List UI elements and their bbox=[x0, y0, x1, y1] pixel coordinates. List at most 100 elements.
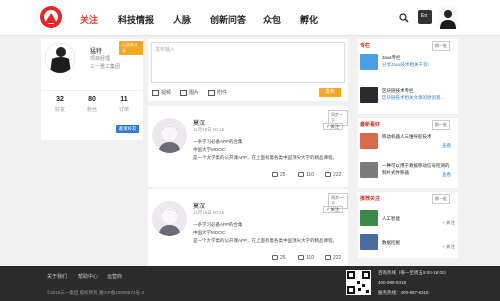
stat-value: 80 bbox=[88, 96, 96, 103]
avatar[interactable] bbox=[152, 201, 187, 236]
recommend-panel: 推荐关注 换一批 人工智能 + 关注 数据挖掘 + 关注 bbox=[358, 192, 458, 258]
like-count: 222 bbox=[333, 255, 342, 261]
recommend-title: 数据挖掘 bbox=[382, 240, 400, 245]
news-view-link[interactable]: 查看 bbox=[442, 172, 451, 178]
follow-button[interactable]: + 关注 bbox=[323, 206, 343, 213]
column-title: 区块链技术专栏 bbox=[382, 88, 414, 93]
stat-label: 订单 bbox=[118, 107, 129, 113]
message-icon-label: En bbox=[421, 13, 428, 19]
invite-friends-button[interactable]: 邀请好友 bbox=[116, 125, 139, 133]
nav-item-tech-intel[interactable]: 科技情报 bbox=[118, 13, 154, 26]
video-tool[interactable]: 视频 bbox=[152, 89, 171, 96]
news-panel: 最新看好 换一批 移动机器人三维导航技术 查看 一种可以用于救援移动信号检测的 … bbox=[358, 118, 458, 188]
column-desc: 区块链技术相关文章的原创基… bbox=[382, 95, 445, 100]
logo-mark bbox=[45, 13, 57, 23]
follow-button[interactable]: + 关注 bbox=[323, 123, 343, 130]
hotline-label: 咨询热线（每一至周五9:00-18:00） bbox=[378, 270, 450, 275]
footer-link-help[interactable]: 帮助中心 bbox=[78, 273, 98, 280]
share-icon bbox=[272, 172, 278, 178]
logo[interactable] bbox=[40, 6, 62, 28]
divider bbox=[41, 90, 143, 91]
nav-item-incubation[interactable]: 孵化 bbox=[300, 13, 318, 26]
post-text: 是一个大学类的公开课APP，在上面有着各类中国顶尖大学的精品课程。 bbox=[193, 238, 338, 243]
share-action[interactable]: 25 bbox=[272, 172, 286, 178]
post-actions: 25 110 222 bbox=[148, 255, 348, 265]
post-text: 是一个大学类的公开课APP，在上面有着各类中国顶尖大学的精品课程。 bbox=[193, 155, 338, 160]
tool-label: 视频 bbox=[161, 90, 172, 96]
column-item-java[interactable]: Java专栏 分享Java技术相关干货! bbox=[360, 54, 456, 72]
avatar-silhouette-icon bbox=[440, 10, 456, 29]
post-author[interactable]: 莫汉 bbox=[193, 118, 205, 127]
refresh-news-button[interactable]: 换一批 bbox=[432, 120, 450, 130]
post-author[interactable]: 莫汉 bbox=[193, 201, 205, 210]
composer-input[interactable]: 发布输入 bbox=[151, 42, 345, 83]
like-action[interactable]: 222 bbox=[325, 172, 341, 178]
refresh-columns-button[interactable]: 换一批 bbox=[432, 41, 450, 51]
stat-label: 好友 bbox=[54, 107, 65, 113]
user-avatar-icon bbox=[152, 118, 187, 153]
message-icon[interactable]: En bbox=[418, 10, 432, 24]
avatar[interactable] bbox=[45, 43, 75, 73]
recommend-follow-link[interactable]: + 关注 bbox=[442, 220, 455, 226]
news-view-link[interactable]: 查看 bbox=[442, 143, 451, 149]
recommend-heading: 推荐关注 bbox=[360, 196, 381, 202]
data-mining-thumbnail bbox=[360, 234, 378, 250]
comment-action[interactable]: 110 bbox=[298, 172, 314, 178]
attachment-tool[interactable]: 附件 bbox=[208, 89, 227, 96]
profile-role: 项目经理 bbox=[90, 56, 111, 62]
image-tool[interactable]: 图片 bbox=[180, 89, 199, 96]
post-text: 中国大学MOOC: bbox=[193, 147, 227, 152]
column-title: Java专栏 bbox=[382, 55, 401, 60]
stat-friends[interactable]: 32 好友 bbox=[47, 96, 73, 113]
stat-value: 32 bbox=[56, 96, 64, 103]
search-icon[interactable] bbox=[399, 13, 409, 23]
comment-icon bbox=[298, 172, 304, 178]
news-title: 移动机器人三维导航技术 bbox=[382, 134, 432, 139]
profile-name: 猛特 bbox=[90, 49, 103, 55]
footer-link-operator[interactable]: 运营商 bbox=[107, 273, 122, 280]
service-line: 服务热线：400-887-8318 bbox=[378, 290, 429, 295]
copyright: ©2018三一集团 版权所有 湘ICP备10005672号-3 bbox=[47, 290, 144, 295]
like-count: 222 bbox=[333, 172, 342, 178]
nav-item-network[interactable]: 人脉 bbox=[173, 13, 191, 26]
footer-link-about[interactable]: 关于我们 bbox=[47, 273, 67, 280]
nav-item-follow[interactable]: 关注 bbox=[80, 13, 98, 26]
attachment-icon bbox=[208, 89, 215, 96]
nav-item-innovation-qa[interactable]: 创新问答 bbox=[210, 13, 246, 26]
news-item[interactable]: 一种可以用于救援移动信号检测的 制片式件移器 查看 bbox=[360, 162, 456, 180]
post-text: 一条学习必备APP的合集 bbox=[193, 139, 243, 144]
comment-count: 110 bbox=[306, 255, 314, 261]
profile-company: 三一重工集团 bbox=[90, 64, 121, 70]
tool-label: 附件 bbox=[217, 90, 228, 96]
top-header: 关注 科技情报 人脉 创新问答 众包 孵化 En bbox=[0, 0, 500, 36]
like-action[interactable]: 222 bbox=[325, 255, 341, 261]
news-item[interactable]: 移动机器人三维导航技术 查看 bbox=[360, 133, 456, 151]
comment-action[interactable]: 110 bbox=[298, 255, 314, 261]
news-desc: 制片式件移器 bbox=[382, 170, 409, 175]
nav-item-crowdsource[interactable]: 众包 bbox=[263, 13, 281, 26]
column-heading: 专栏 bbox=[360, 43, 371, 49]
recommend-follow-link[interactable]: + 关注 bbox=[442, 244, 455, 250]
publish-button[interactable]: 发布 bbox=[319, 88, 341, 97]
stat-orders[interactable]: 11 订单 bbox=[111, 96, 137, 113]
header-avatar[interactable] bbox=[437, 7, 459, 29]
share-icon bbox=[272, 255, 278, 261]
image-icon bbox=[180, 89, 187, 96]
recommend-item[interactable]: 数据挖掘 + 关注 bbox=[360, 234, 456, 252]
tool-label: 图片 bbox=[189, 90, 200, 96]
share-count: 25 bbox=[280, 255, 286, 261]
share-action[interactable]: 25 bbox=[272, 255, 286, 261]
refresh-recommend-button[interactable]: 换一批 bbox=[432, 194, 450, 204]
user-avatar-icon bbox=[152, 201, 187, 236]
post-composer: 发布输入 视频 图片 附件 发布 bbox=[148, 39, 348, 101]
header-divider bbox=[0, 35, 500, 36]
video-icon bbox=[152, 89, 159, 96]
post-text: 一条学习必备APP的合集 bbox=[193, 222, 243, 227]
stat-fans[interactable]: 80 粉丝 bbox=[79, 96, 105, 113]
comment-icon bbox=[298, 255, 304, 261]
column-item-blockchain[interactable]: 区块链技术专栏 区块链技术相关文章的原创基… bbox=[360, 87, 456, 105]
recommend-item[interactable]: 人工智能 + 关注 bbox=[360, 210, 456, 228]
device-thumbnail bbox=[360, 162, 378, 178]
post-card: 同步一下 莫汉 11月18日 00:16 + 关注 一条学习必备APP的合集 中… bbox=[148, 106, 348, 187]
avatar[interactable] bbox=[152, 118, 187, 153]
